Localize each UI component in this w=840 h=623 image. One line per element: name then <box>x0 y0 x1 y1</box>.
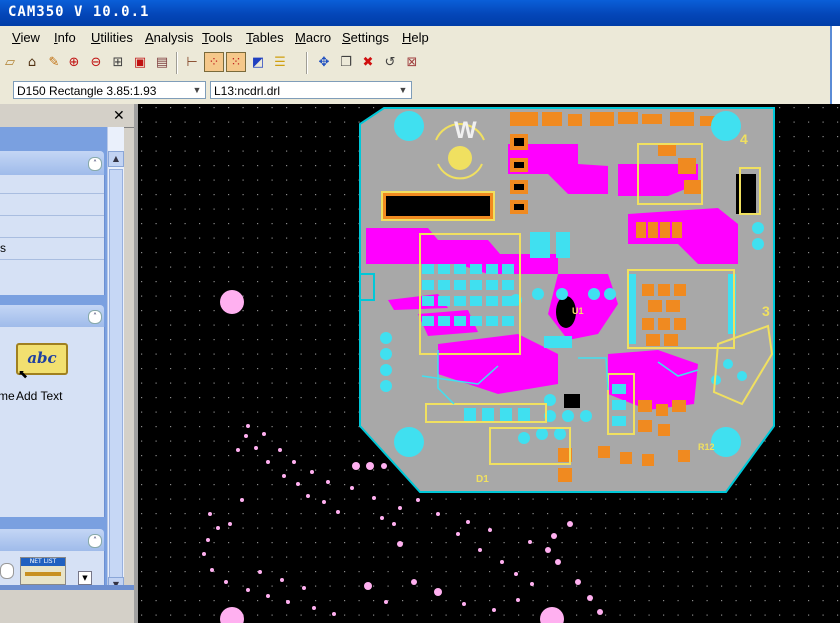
section-header[interactable]: ˄ <box>0 529 104 551</box>
menu-bar: View Info Utilities Analysis Tools Table… <box>0 26 830 48</box>
layer-select[interactable]: L13:ncdrl.drl ▼ <box>210 81 412 99</box>
copy-icon[interactable]: ❐ <box>336 52 356 72</box>
menu-tools[interactable]: Tools <box>202 30 232 45</box>
options-bar: D150 Rectangle 3.85:1.93 ▼ L13:ncdrl.drl… <box>0 78 830 104</box>
chevron-down-icon[interactable]: ▼ <box>396 83 410 97</box>
silk-label: W <box>454 117 477 144</box>
silk-label: R12 <box>698 442 715 452</box>
dcode-select[interactable]: D150 Rectangle 3.85:1.93 ▼ <box>13 81 206 99</box>
section-list: s <box>0 175 105 295</box>
menu-analysis[interactable]: Analysis <box>145 30 193 45</box>
tool-icon[interactable] <box>0 563 14 579</box>
chevron-up-icon[interactable]: ˄ <box>88 310 102 324</box>
chevron-up-icon[interactable]: ˄ <box>88 534 102 548</box>
cursor-icon: ⬉ <box>18 367 29 381</box>
silk-label: U1 <box>572 306 584 316</box>
title-bar: CAM350 V 10.0.1 <box>0 0 840 26</box>
grid-icon[interactable]: ⁘ <box>204 52 224 72</box>
zoom-window-icon[interactable]: ⊞ <box>108 52 128 72</box>
close-icon[interactable]: ✕ <box>113 108 125 124</box>
silk-label: 4 <box>740 131 748 147</box>
pcb-view[interactable]: W 4 3 D1 U1 R12 <box>138 104 840 623</box>
new-icon[interactable]: ▱ <box>0 52 20 72</box>
pcb-canvas[interactable]: W 4 3 D1 U1 R12 <box>134 104 840 623</box>
eraser-icon[interactable]: ⊠ <box>402 52 422 72</box>
zoom-in-icon[interactable]: ⊕ <box>64 52 84 72</box>
section-header[interactable]: ˄ <box>0 305 104 327</box>
menu-utilities[interactable]: Utilities <box>91 30 133 45</box>
zoom-all-icon[interactable]: ▣ <box>130 52 150 72</box>
silk-label: D1 <box>476 474 489 485</box>
menu-tables[interactable]: Tables <box>246 30 284 45</box>
scroll-up-icon[interactable]: ▲ <box>108 151 124 167</box>
menu-view[interactable]: View <box>12 30 40 45</box>
resistor-icon <box>25 572 61 576</box>
chevron-up-icon[interactable]: ˄ <box>88 157 102 171</box>
open-icon[interactable]: ⌂ <box>22 52 42 72</box>
redraw-icon[interactable]: ✎ <box>44 52 64 72</box>
color-icon[interactable]: ◩ <box>248 52 268 72</box>
zoom-prev-icon[interactable]: ▤ <box>152 52 172 72</box>
menu-settings[interactable]: Settings <box>342 30 389 45</box>
panel-header: ✕ <box>0 107 134 128</box>
layers-icon[interactable]: ☰ <box>270 52 290 72</box>
menu-macro[interactable]: Macro <box>295 30 331 45</box>
menu-info[interactable]: Info <box>54 30 76 45</box>
tool-label[interactable]: me <box>0 389 15 403</box>
silk-label: 3 <box>762 303 770 319</box>
net-list-label: NET LIST <box>21 558 65 566</box>
panel-footer <box>0 590 134 623</box>
layer-select-value: L13:ncdrl.drl <box>214 84 281 98</box>
panel-body: ˄ s ˄ abc me Add Text ⬉ ˄ NET LIST ▼ <box>0 127 108 623</box>
delete-icon[interactable]: ✖ <box>358 52 378 72</box>
grid2-icon[interactable]: ⁙ <box>226 52 246 72</box>
net-list-button[interactable]: NET LIST <box>20 557 66 585</box>
menu-help[interactable]: Help <box>402 30 429 45</box>
left-panel: ✕ ˄ s ˄ abc me Add Text ⬉ ˄ NET LIST ▼ ▲ <box>0 107 134 623</box>
via-hole <box>220 290 244 314</box>
zoom-out-icon[interactable]: ⊖ <box>86 52 106 72</box>
toolbar: ▱ ⌂ ✎ ⊕ ⊖ ⊞ ▣ ▤ ⊢ ⁘ ⁙ ◩ ☰ ✥ ❐ ✖ ↺ ⊠ <box>0 48 830 78</box>
panel-scrollbar[interactable]: ▲ ▼ <box>107 127 124 593</box>
battery-holder <box>386 196 490 216</box>
tool-section: abc me Add Text ⬉ <box>0 327 105 517</box>
dcode-select-value: D150 Rectangle 3.85:1.93 <box>17 84 157 98</box>
move-icon[interactable]: ✥ <box>314 52 334 72</box>
snap-icon[interactable]: ⊢ <box>182 52 202 72</box>
list-item-label[interactable]: s <box>0 241 6 255</box>
app-title: CAM350 V 10.0.1 <box>8 4 150 20</box>
scroll-thumb[interactable] <box>109 169 123 579</box>
section-header[interactable]: ˄ <box>0 151 104 175</box>
chevron-down-icon[interactable]: ▼ <box>190 83 204 97</box>
window-edge <box>830 26 840 108</box>
undo-icon[interactable]: ↺ <box>380 52 400 72</box>
dropdown-arrow-icon[interactable]: ▼ <box>78 571 92 585</box>
add-text-label[interactable]: Add Text <box>16 389 62 403</box>
